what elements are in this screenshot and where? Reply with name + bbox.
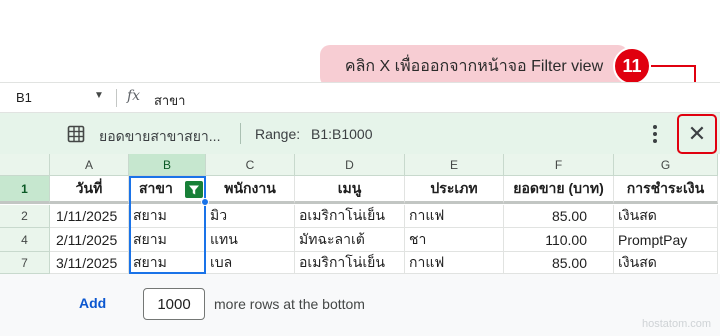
- header-cell[interactable]: ประเภท: [405, 176, 504, 204]
- column-header-b[interactable]: B: [129, 154, 206, 176]
- table-cell[interactable]: สยาม: [129, 252, 206, 274]
- divider: [116, 89, 117, 107]
- formula-bar: B1 ▼ fx สาขา: [0, 82, 720, 113]
- name-box[interactable]: B1: [16, 90, 32, 105]
- fx-icon: fx: [127, 88, 141, 104]
- table-cell[interactable]: กาแฟ: [405, 252, 504, 274]
- filter-view-bar: ยอดขายสาขาสยา... Range: B1:B1000: [0, 113, 720, 154]
- table-cell[interactable]: มิว: [206, 205, 295, 228]
- filter-icon[interactable]: [185, 181, 203, 198]
- table-cell[interactable]: แทน: [206, 228, 295, 252]
- chevron-down-icon[interactable]: ▼: [94, 90, 104, 101]
- table-cell[interactable]: เงินสด: [614, 205, 718, 228]
- fill-handle[interactable]: [201, 198, 209, 206]
- row-number[interactable]: 7: [0, 252, 50, 274]
- callout-text: คลิก X เพื่อออกจากหน้าจอ Filter view: [344, 57, 604, 75]
- column-header-a[interactable]: A: [50, 154, 129, 176]
- range-label: Range:: [255, 126, 301, 142]
- table-cell[interactable]: กาแฟ: [405, 205, 504, 228]
- rows-suffix-label: more rows at the bottom: [214, 296, 365, 312]
- column-header-d[interactable]: D: [295, 154, 405, 176]
- more-vert-icon[interactable]: [647, 123, 663, 145]
- table-cell[interactable]: อเมริกาโน่เย็น: [295, 252, 405, 274]
- close-icon: ✕: [687, 121, 707, 146]
- funnel-icon: [189, 185, 199, 194]
- table-cell[interactable]: 85.00: [504, 205, 614, 228]
- table-cell[interactable]: PromptPay: [614, 228, 718, 252]
- close-filter-view-button[interactable]: ✕: [677, 114, 717, 154]
- range-value[interactable]: B1:B1000: [311, 126, 373, 142]
- column-header-c[interactable]: C: [206, 154, 295, 176]
- column-header-row: A B C D E F G: [0, 154, 718, 176]
- header-cell[interactable]: ยอดขาย (บาท): [504, 176, 614, 204]
- corner-cell[interactable]: [0, 154, 50, 176]
- column-header-e[interactable]: E: [405, 154, 504, 176]
- table-cell[interactable]: ชา: [405, 228, 504, 252]
- header-cell[interactable]: การชำระเงิน: [614, 176, 718, 204]
- table-cell[interactable]: เบล: [206, 252, 295, 274]
- add-rows-button[interactable]: Add: [79, 295, 106, 311]
- step-number-badge: 11: [613, 47, 651, 85]
- table-row: 4 2/11/2025 สยาม แทน มัทฉะลาเต้ ชา 110.0…: [0, 228, 718, 252]
- table-row: 2 1/11/2025 สยาม มิว อเมริกาโน่เย็น กาแฟ…: [0, 205, 718, 228]
- table-cell[interactable]: 3/11/2025: [50, 252, 129, 274]
- column-header-f[interactable]: F: [504, 154, 614, 176]
- header-cell[interactable]: วันที่: [50, 176, 129, 204]
- rows-count-input[interactable]: 1000: [143, 288, 205, 320]
- table-cell[interactable]: มัทฉะลาเต้: [295, 228, 405, 252]
- row-number[interactable]: 4: [0, 228, 50, 252]
- header-cell[interactable]: พนักงาน: [206, 176, 295, 204]
- row-number[interactable]: 1: [0, 176, 50, 204]
- watermark: hostatom.com: [642, 318, 712, 330]
- filter-view-name[interactable]: ยอดขายสาขาสยา...: [99, 126, 220, 148]
- callout-connector: [651, 65, 696, 67]
- table-cell[interactable]: 1/11/2025: [50, 205, 129, 228]
- table-cell[interactable]: อเมริกาโน่เย็น: [295, 205, 405, 228]
- table-cell[interactable]: เงินสด: [614, 252, 718, 274]
- table-cell[interactable]: 85.00: [504, 252, 614, 274]
- table-cell[interactable]: 2/11/2025: [50, 228, 129, 252]
- table-header-row: 1 วันที่ สาขา พนักงาน เมนู ประเภท ยอดขาย…: [0, 176, 718, 204]
- row-number[interactable]: 2: [0, 205, 50, 228]
- sheet-grid-icon: [67, 125, 85, 143]
- add-rows-bar: Add 1000 more rows at the bottom: [0, 274, 720, 336]
- divider: [240, 123, 241, 144]
- table-cell[interactable]: 110.00: [504, 228, 614, 252]
- table-row: 7 3/11/2025 สยาม เบล อเมริกาโน่เย็น กาแฟ…: [0, 252, 718, 274]
- instruction-callout: คลิก X เพื่อออกจากหน้าจอ Filter view: [320, 45, 628, 87]
- table-cell[interactable]: สยาม: [129, 205, 206, 228]
- column-header-g[interactable]: G: [614, 154, 718, 176]
- formula-input[interactable]: สาขา: [154, 90, 185, 111]
- table-cell[interactable]: สยาม: [129, 228, 206, 252]
- header-cell[interactable]: เมนู: [295, 176, 405, 204]
- step-number: 11: [622, 55, 642, 76]
